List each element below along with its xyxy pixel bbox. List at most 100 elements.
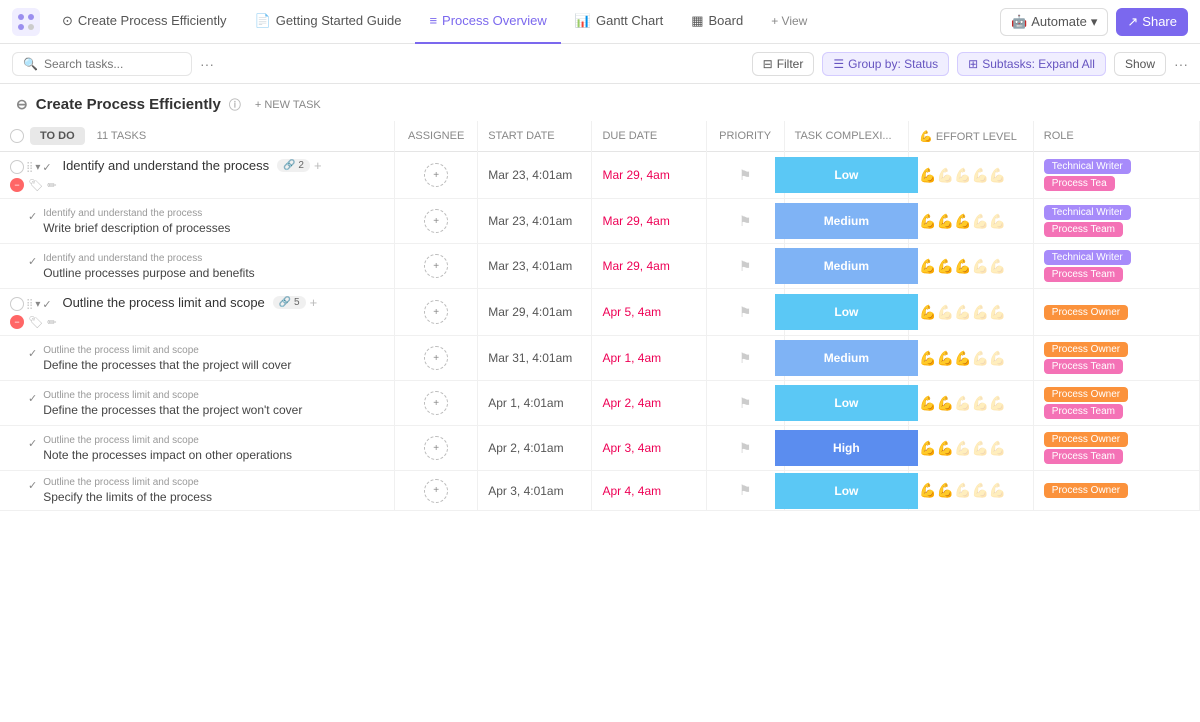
automate-chevron-icon: ▾ — [1091, 14, 1098, 30]
group-by-button[interactable]: ☰ Group by: Status — [822, 52, 949, 76]
task-count: 11 TASKS — [97, 130, 147, 142]
task-check-icon[interactable]: ✓ — [42, 298, 51, 311]
priority-flag-icon: ⚑ — [739, 350, 752, 366]
task-drag-icon: ⣿ — [26, 299, 33, 310]
share-button[interactable]: ↗ Share — [1116, 8, 1188, 36]
priority-flag-icon: ⚑ — [739, 440, 752, 456]
table-row: ⣿ ▾ ✓ − 🏷 ✏ Outline the process limit an… — [0, 289, 1200, 336]
subtask-tag[interactable]: 🔗 5 — [273, 296, 306, 309]
toolbar-more-button[interactable]: ··· — [200, 56, 214, 72]
role-badges: Process Owner — [1044, 305, 1189, 320]
add-assignee-button[interactable]: + — [424, 479, 448, 503]
role-badge: Process Owner — [1044, 432, 1128, 447]
task-expand-icon[interactable]: ▾ — [35, 162, 40, 173]
tab-gantt-chart[interactable]: 📊 Gantt Chart — [561, 0, 677, 44]
role-badge: Process Team — [1044, 404, 1123, 419]
tag-icon[interactable]: 🏷 — [28, 315, 43, 329]
tab-create-process[interactable]: ⊙ Create Process Efficiently — [48, 0, 241, 44]
show-button[interactable]: Show — [1114, 52, 1166, 76]
tab-getting-started[interactable]: 📄 Getting Started Guide — [241, 0, 416, 44]
priority-cell[interactable]: ⚑ — [706, 152, 784, 199]
effort-cell: 💪💪💪💪💪 — [909, 336, 1034, 381]
add-subtask-icon[interactable]: + — [310, 295, 318, 310]
share-icon: ↗ — [1127, 14, 1138, 30]
col-priority: PRIORITY — [706, 121, 784, 152]
role-badge: Process Team — [1044, 222, 1123, 237]
subtasks-button[interactable]: ⊞ Subtasks: Expand All — [957, 52, 1106, 76]
tab-process-overview[interactable]: ≡ Process Overview — [415, 0, 560, 44]
due-date-cell: Mar 29, 4am — [592, 152, 706, 199]
new-task-button[interactable]: + NEW TASK — [249, 97, 327, 113]
due-date: Apr 3, 4am — [602, 441, 661, 455]
search-input[interactable] — [44, 57, 181, 71]
complexity-box: Medium — [775, 340, 919, 376]
task-name: Outline the process limit and scope — [62, 295, 264, 310]
tab-board[interactable]: ▦ Board — [677, 0, 757, 44]
priority-cell[interactable]: ⚑ — [706, 426, 784, 471]
task-drag-icon: ⣿ — [26, 162, 33, 173]
complexity-box: Medium — [775, 248, 919, 284]
col-due-date: DUE DATE — [592, 121, 706, 152]
task-cell: ⣿ ▾ ✓ − 🏷 ✏ Identify and understand the … — [0, 152, 395, 199]
add-assignee-button[interactable]: + — [424, 209, 448, 233]
show-label: Show — [1125, 57, 1155, 71]
add-assignee-button[interactable]: + — [424, 346, 448, 370]
task-check[interactable] — [10, 297, 24, 311]
role-badge: Process Owner — [1044, 483, 1128, 498]
priority-cell[interactable]: ⚑ — [706, 381, 784, 426]
pencil-icon[interactable]: ✏ — [47, 316, 56, 329]
task-check[interactable] — [10, 160, 24, 174]
section-info-icon: ⓘ — [229, 96, 241, 113]
complexity-box: Low — [775, 157, 919, 193]
task-cell: ✓ Identify and understand the process Wr… — [0, 199, 395, 244]
add-assignee-button[interactable]: + — [424, 436, 448, 460]
section-collapse-icon[interactable]: ⊖ — [16, 96, 28, 113]
role-badges: Process OwnerProcess Team — [1044, 432, 1189, 464]
search-box[interactable]: 🔍 — [12, 52, 192, 76]
add-view-btn[interactable]: + View — [757, 0, 821, 44]
action-minus-icon[interactable]: − — [10, 178, 24, 192]
complexity-cell: Medium — [784, 244, 909, 289]
priority-cell[interactable]: ⚑ — [706, 336, 784, 381]
header-check[interactable] — [10, 129, 24, 143]
add-assignee-button[interactable]: + — [424, 254, 448, 278]
toolbar-end-more-button[interactable]: ··· — [1174, 56, 1188, 72]
tag-icon[interactable]: 🏷 — [28, 178, 43, 192]
role-badge: Technical Writer — [1044, 250, 1131, 265]
automate-button[interactable]: 🤖 Automate ▾ — [1000, 8, 1108, 36]
pencil-icon[interactable]: ✏ — [47, 179, 56, 192]
col-start-date: START DATE — [478, 121, 592, 152]
table-row: ✓ Outline the process limit and scope De… — [0, 381, 1200, 426]
add-assignee-button[interactable]: + — [424, 300, 448, 324]
assignee-cell: + — [395, 381, 478, 426]
table-container: TO DO 11 TASKS ASSIGNEE START DATE DUE D… — [0, 121, 1200, 709]
due-date-cell: Mar 29, 4am — [592, 244, 706, 289]
task-parent-label: Outline the process limit and scope — [43, 345, 291, 356]
app-icon[interactable] — [12, 8, 40, 36]
priority-cell[interactable]: ⚑ — [706, 289, 784, 336]
priority-cell[interactable]: ⚑ — [706, 244, 784, 289]
role-badge: Process Tea — [1044, 176, 1115, 191]
role-badge: Process Owner — [1044, 305, 1128, 320]
due-date: Apr 1, 4am — [602, 351, 661, 365]
filter-button[interactable]: ⊟ Filter — [752, 52, 815, 76]
priority-cell[interactable]: ⚑ — [706, 199, 784, 244]
complexity-box: Low — [775, 385, 919, 421]
role-badge: Process Owner — [1044, 387, 1128, 402]
role-cell: Process Owner — [1033, 471, 1199, 511]
role-badges: Process Owner — [1044, 483, 1189, 498]
complexity-cell: Low — [784, 152, 909, 199]
action-minus-icon[interactable]: − — [10, 315, 24, 329]
add-subtask-icon[interactable]: + — [314, 158, 322, 173]
subtask-tag[interactable]: 🔗 2 — [277, 159, 310, 172]
add-assignee-button[interactable]: + — [424, 163, 448, 187]
priority-cell[interactable]: ⚑ — [706, 471, 784, 511]
add-assignee-button[interactable]: + — [424, 391, 448, 415]
effort-cell: 💪💪💪💪💪 — [909, 471, 1034, 511]
effort-icons: 💪💪💪💪💪 — [919, 213, 1023, 230]
tab-getting-started-icon: 📄 — [255, 13, 271, 29]
col-complexity: TASK COMPLEXI... — [784, 121, 909, 152]
task-expand-icon[interactable]: ▾ — [35, 299, 40, 310]
task-parent-label: Identify and understand the process — [43, 253, 254, 264]
task-check-icon[interactable]: ✓ — [42, 161, 51, 174]
